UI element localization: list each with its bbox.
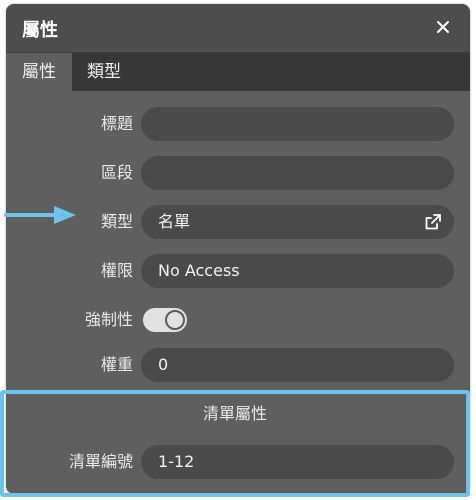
type-label: 類型 <box>100 212 133 231</box>
required-row: 強制性 <box>6 300 470 340</box>
pointer-arrow-icon <box>4 206 76 224</box>
type-field[interactable]: 名單 <box>141 205 454 239</box>
title-input[interactable] <box>141 107 454 141</box>
section-row: 區段 <box>6 153 470 193</box>
weight-row: 權重 0 <box>6 345 470 385</box>
close-icon <box>437 21 449 33</box>
list-number-input[interactable]: 1-12 <box>141 445 454 479</box>
weight-label: 權重 <box>100 355 133 374</box>
title-label: 標題 <box>100 114 133 133</box>
list-number-row: 清單編號 1-12 <box>6 442 470 482</box>
section-input[interactable] <box>141 156 454 190</box>
weight-input[interactable]: 0 <box>141 348 454 382</box>
tab-properties[interactable]: 屬性 <box>6 53 72 91</box>
toggle-knob <box>165 310 185 330</box>
dialog-titlebar: 屬性 <box>6 4 470 53</box>
permission-row: 權限 No Access <box>6 251 470 291</box>
tab-bar: 屬性 類型 <box>6 53 470 91</box>
title-row: 標題 <box>6 104 470 144</box>
external-link-icon[interactable] <box>424 213 442 231</box>
dialog-title: 屬性 <box>22 20 58 41</box>
close-button[interactable] <box>430 14 456 40</box>
permission-label: 權限 <box>100 261 133 280</box>
required-toggle[interactable] <box>143 308 187 332</box>
type-value: 名單 <box>158 212 191 231</box>
list-properties-header: 清單屬性 <box>202 404 267 423</box>
list-number-label: 清單編號 <box>68 452 133 471</box>
permission-select[interactable]: No Access <box>141 254 454 288</box>
required-label: 強制性 <box>84 310 133 329</box>
tab-type[interactable]: 類型 <box>72 53 136 91</box>
section-label: 區段 <box>100 163 133 182</box>
